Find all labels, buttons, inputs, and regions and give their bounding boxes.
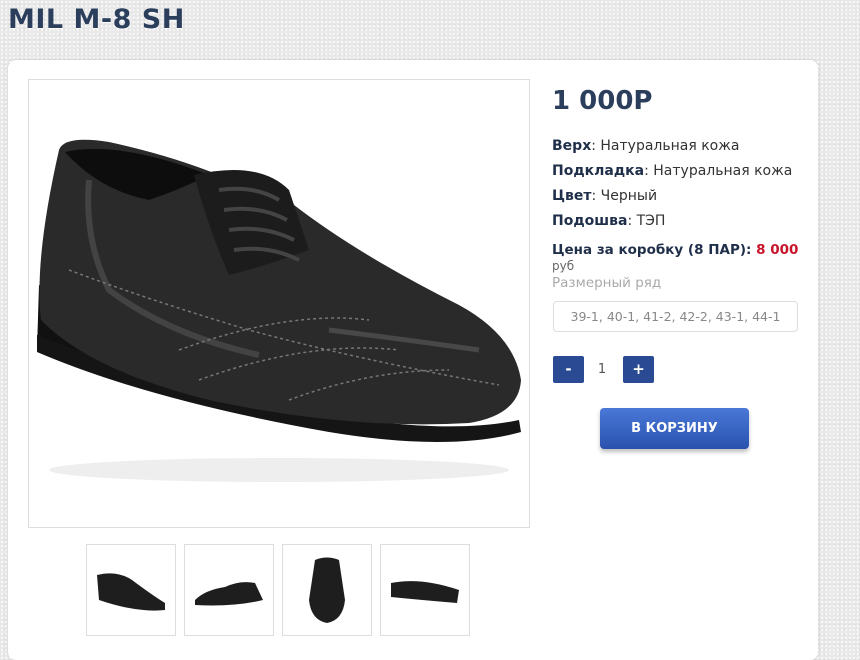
shoe-side-icon [97, 573, 165, 611]
size-range-label: Размерный ряд [552, 275, 662, 291]
thumbnail-4[interactable] [380, 544, 470, 636]
thumbnail-2[interactable] [184, 544, 274, 636]
quantity-value[interactable]: 1 [592, 356, 612, 383]
spec-color: Цвет: Черный [552, 188, 658, 204]
thumbnail-3[interactable] [282, 544, 372, 636]
spec-sole: Подошва: ТЭП [552, 213, 666, 229]
spec-label: Верх [552, 138, 592, 154]
thumbnail-1[interactable] [86, 544, 176, 636]
quantity-decrease-button[interactable]: - [553, 356, 584, 383]
product-price: 1 000P [552, 86, 653, 116]
add-to-cart-button[interactable]: В КОРЗИНУ [600, 408, 749, 449]
spec-value: Натуральная кожа [600, 138, 740, 154]
spec-upper: Верх: Натуральная кожа [552, 138, 740, 154]
product-card: 1 000P Верх: Натуральная кожа Подкладка:… [8, 60, 818, 660]
box-price-value: 8 000 [756, 242, 799, 258]
spec-value: Черный [600, 188, 658, 204]
page-title: MIL M-8 SH [8, 4, 185, 35]
box-price-currency: руб [552, 259, 575, 273]
product-main-image[interactable] [28, 79, 530, 528]
shoe-front-icon [309, 557, 345, 623]
shoe-side-icon [195, 582, 263, 606]
quantity-increase-button[interactable]: + [623, 356, 654, 383]
spec-label: Цвет [552, 188, 592, 204]
box-price-label: Цена за коробку (8 ПАР): [552, 242, 752, 258]
box-price: Цена за коробку (8 ПАР): 8 000 руб [552, 242, 818, 274]
spec-value: Натуральная кожа [653, 163, 793, 179]
shoe-image [37, 139, 521, 482]
spec-label: Подкладка [552, 163, 645, 179]
spec-lining: Подкладка: Натуральная кожа [552, 163, 793, 179]
spec-label: Подошва [552, 213, 628, 229]
size-range-field[interactable]: 39-1, 40-1, 41-2, 42-2, 43-1, 44-1 [553, 301, 798, 332]
spec-value: ТЭП [636, 213, 666, 229]
shoe-sole-icon [391, 581, 459, 603]
